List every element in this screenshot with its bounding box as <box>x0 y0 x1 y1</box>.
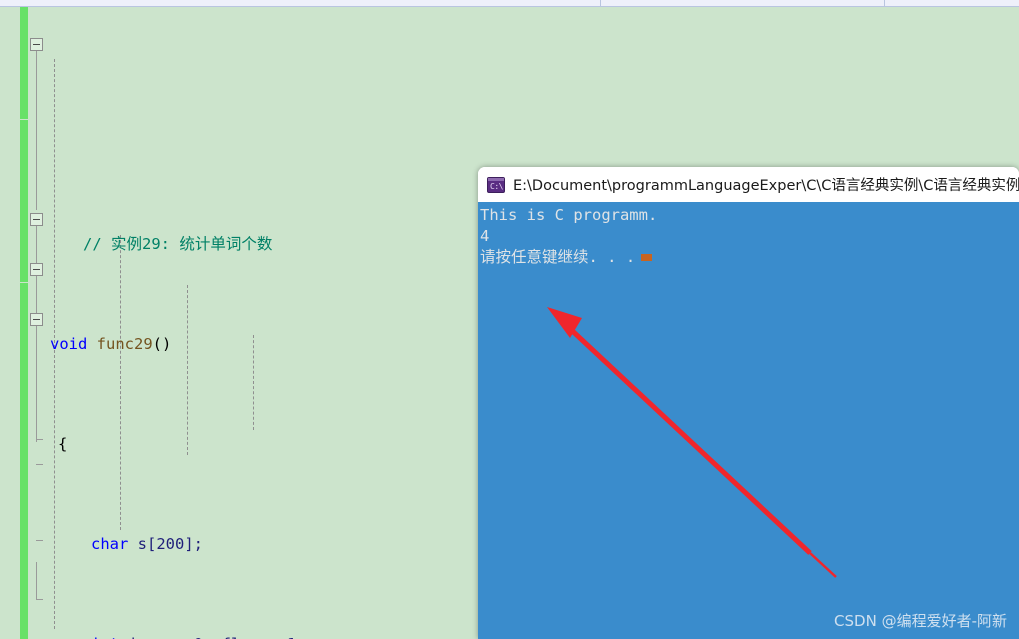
console-icon-prompt-glyph: C:\ <box>490 181 503 191</box>
code-keyword-int: int <box>91 635 119 639</box>
console-output-text: This is C programm. 4 请按任意键继续. . . <box>478 202 1019 268</box>
console-window[interactable]: C:\ E:\Document\programmLanguageExper\C\… <box>478 167 1019 639</box>
console-title-bar[interactable]: C:\ E:\Document\programmLanguageExper\C\… <box>478 167 1019 202</box>
outline-line-func <box>36 45 37 210</box>
code-decl-char: s[200]; <box>128 535 203 553</box>
csdn-watermark: CSDN @编程爱好者-阿新 <box>834 612 1007 630</box>
editor-outlining-margin[interactable] <box>28 7 46 639</box>
cmd-console-icon: C:\ <box>487 176 505 193</box>
console-output-line-1: This is C programm. <box>480 206 658 224</box>
ide-toolbar-strip <box>0 0 1019 7</box>
outline-line-for <box>36 220 37 442</box>
console-cursor-block <box>641 254 653 261</box>
console-window-title: E:\Document\programmLanguageExper\C\C语言经… <box>513 178 1019 194</box>
console-output-line-3: 请按任意键继续. . . <box>480 248 636 266</box>
indent-guide-3 <box>187 285 188 455</box>
collapse-toggle-for[interactable] <box>30 213 43 226</box>
code-brace: { <box>58 435 68 453</box>
outline-tick-2 <box>36 464 43 465</box>
indent-guide-2 <box>120 235 121 530</box>
collapse-toggle-func29[interactable] <box>30 38 43 51</box>
console-output-line-2: 4 <box>480 227 490 245</box>
code-comment: // 实例29: 统计单词个数 <box>83 235 273 253</box>
collapse-toggle-if-space[interactable] <box>30 313 43 326</box>
console-icon-titlebar-stripe <box>488 177 504 181</box>
screenshot-root: // 实例29: 统计单词个数 void func29() { char s[2… <box>0 0 1019 639</box>
toolbar-divider-1 <box>600 0 601 7</box>
outline-tick-1 <box>36 439 43 440</box>
outline-end-func <box>36 599 43 600</box>
collapse-toggle-if-flag[interactable] <box>30 263 43 276</box>
code-parens: () <box>152 335 172 353</box>
console-output-area[interactable]: This is C programm. 4 请按任意键继续. . . CSDN … <box>478 202 1019 639</box>
outline-tick-3 <box>36 540 43 541</box>
code-keyword-char: char <box>91 535 129 553</box>
code-function-name: func29 <box>96 335 153 353</box>
outline-line-tail <box>36 562 37 600</box>
editor-change-indicator-bar <box>20 7 28 639</box>
code-keyword-void: void <box>50 335 88 353</box>
code-decl-int: i, n = 0, flag = 1; <box>119 635 305 639</box>
editor-selection-margin[interactable] <box>0 7 20 639</box>
toolbar-divider-2 <box>884 0 885 7</box>
